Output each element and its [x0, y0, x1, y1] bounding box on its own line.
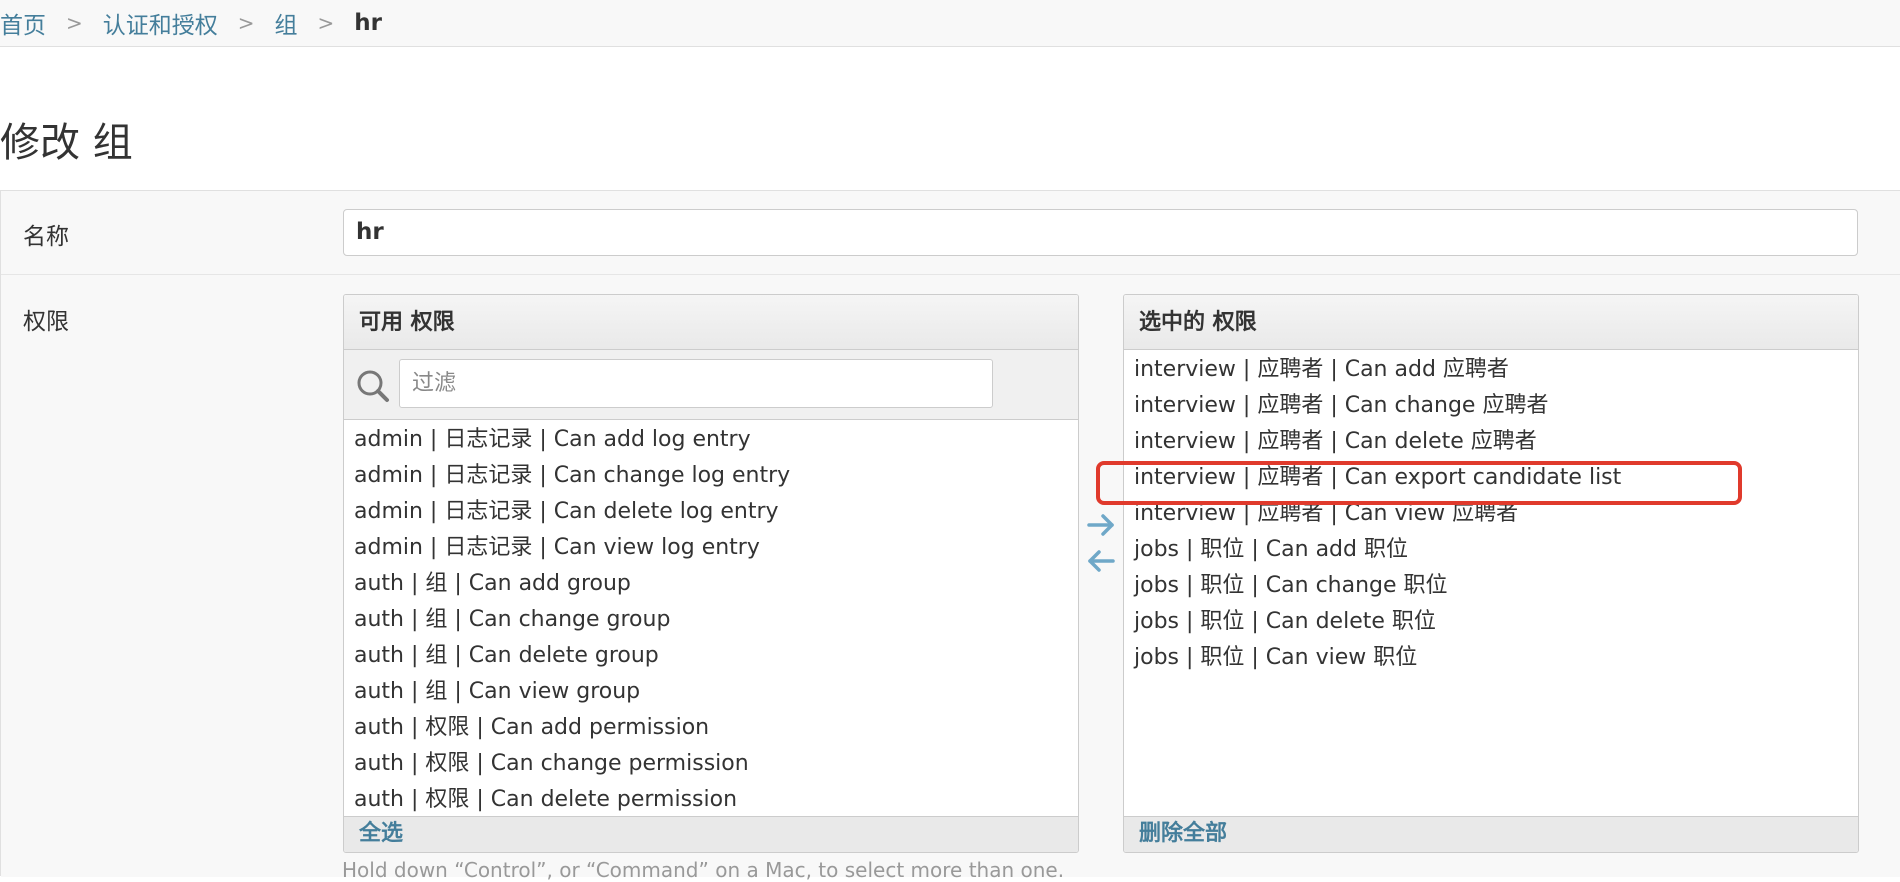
list-item[interactable]: auth | 组 | Can change group — [344, 602, 1078, 638]
search-icon — [357, 370, 389, 402]
list-item[interactable]: interview | 应聘者 | Can delete 应聘者 — [1124, 424, 1858, 460]
arrow-left-icon[interactable] — [1085, 545, 1117, 577]
list-item[interactable]: admin | 日志记录 | Can change log entry — [344, 458, 1078, 494]
breadcrumb-model-link[interactable]: 组 — [275, 6, 298, 40]
chosen-permissions-list[interactable]: interview | 应聘者 | Can add 应聘者 interview … — [1124, 352, 1858, 816]
filter-bar: 过滤 — [344, 350, 1078, 420]
name-field[interactable]: hr — [343, 209, 1858, 256]
list-item[interactable]: auth | 组 | Can delete group — [344, 638, 1078, 674]
available-permissions-title: 可用 权限 — [344, 295, 1078, 350]
choose-all-link[interactable]: 全选 — [344, 816, 1078, 852]
chosen-permissions-selector: 选中的 权限 interview | 应聘者 | Can add 应聘者 int… — [1123, 294, 1859, 853]
available-permissions-selector: 可用 权限 过滤 admin | 日志记录 | Can add log entr… — [343, 294, 1079, 853]
list-item[interactable]: jobs | 职位 | Can add 职位 — [1124, 532, 1858, 568]
permissions-label: 权限 — [23, 309, 69, 335]
list-item[interactable]: jobs | 职位 | Can delete 职位 — [1124, 604, 1858, 640]
breadcrumb-app-link[interactable]: 认证和授权 — [103, 6, 218, 40]
list-item[interactable]: auth | 权限 | Can change permission — [344, 746, 1078, 782]
permissions-row: 权限 可用 权限 过滤 admin | 日志记录 | Can add log e… — [1, 275, 1900, 877]
page-title: 修改 组 — [0, 120, 133, 166]
list-item[interactable]: auth | 权限 | Can add permission — [344, 710, 1078, 746]
breadcrumb-home-link[interactable]: 首页 — [0, 6, 46, 40]
breadcrumb: 首页 > 认证和授权 > 组 > hr — [0, 0, 1900, 47]
list-item[interactable]: admin | 日志记录 | Can delete log entry — [344, 494, 1078, 530]
chevron-right-icon: > — [317, 11, 335, 35]
name-label: 名称 — [23, 224, 69, 250]
list-item-highlighted[interactable]: interview | 应聘者 | Can export candidate l… — [1124, 460, 1858, 496]
chevron-right-icon: > — [66, 11, 83, 35]
list-item[interactable]: admin | 日志记录 | Can add log entry — [344, 422, 1078, 458]
group-form-fieldset: 名称 hr 权限 可用 权限 过滤 admin | 日志记录 | Can add… — [0, 190, 1900, 877]
list-item[interactable]: admin | 日志记录 | Can view log entry — [344, 530, 1078, 566]
list-item[interactable]: jobs | 职位 | Can view 职位 — [1124, 640, 1858, 676]
remove-all-link[interactable]: 删除全部 — [1124, 816, 1858, 852]
breadcrumb-current: hr — [354, 10, 383, 36]
available-permissions-list[interactable]: admin | 日志记录 | Can add log entry admin |… — [344, 422, 1078, 816]
list-item[interactable]: jobs | 职位 | Can change 职位 — [1124, 568, 1858, 604]
list-item[interactable]: auth | 组 | Can view group — [344, 674, 1078, 710]
list-item[interactable]: auth | 组 | Can add group — [344, 566, 1078, 602]
chevron-right-icon: > — [237, 11, 255, 35]
filter-input[interactable]: 过滤 — [399, 359, 993, 408]
arrow-right-icon[interactable] — [1085, 509, 1117, 541]
list-item[interactable]: interview | 应聘者 | Can change 应聘者 — [1124, 388, 1858, 424]
name-row: 名称 hr — [1, 191, 1900, 275]
list-item[interactable]: auth | 权限 | Can delete permission — [344, 782, 1078, 816]
list-item[interactable]: interview | 应聘者 | Can add 应聘者 — [1124, 352, 1858, 388]
chosen-permissions-title: 选中的 权限 — [1124, 295, 1858, 350]
help-text: Hold down “Control”, or “Command” on a M… — [342, 858, 1065, 882]
list-item[interactable]: interview | 应聘者 | Can view 应聘者 — [1124, 496, 1858, 532]
